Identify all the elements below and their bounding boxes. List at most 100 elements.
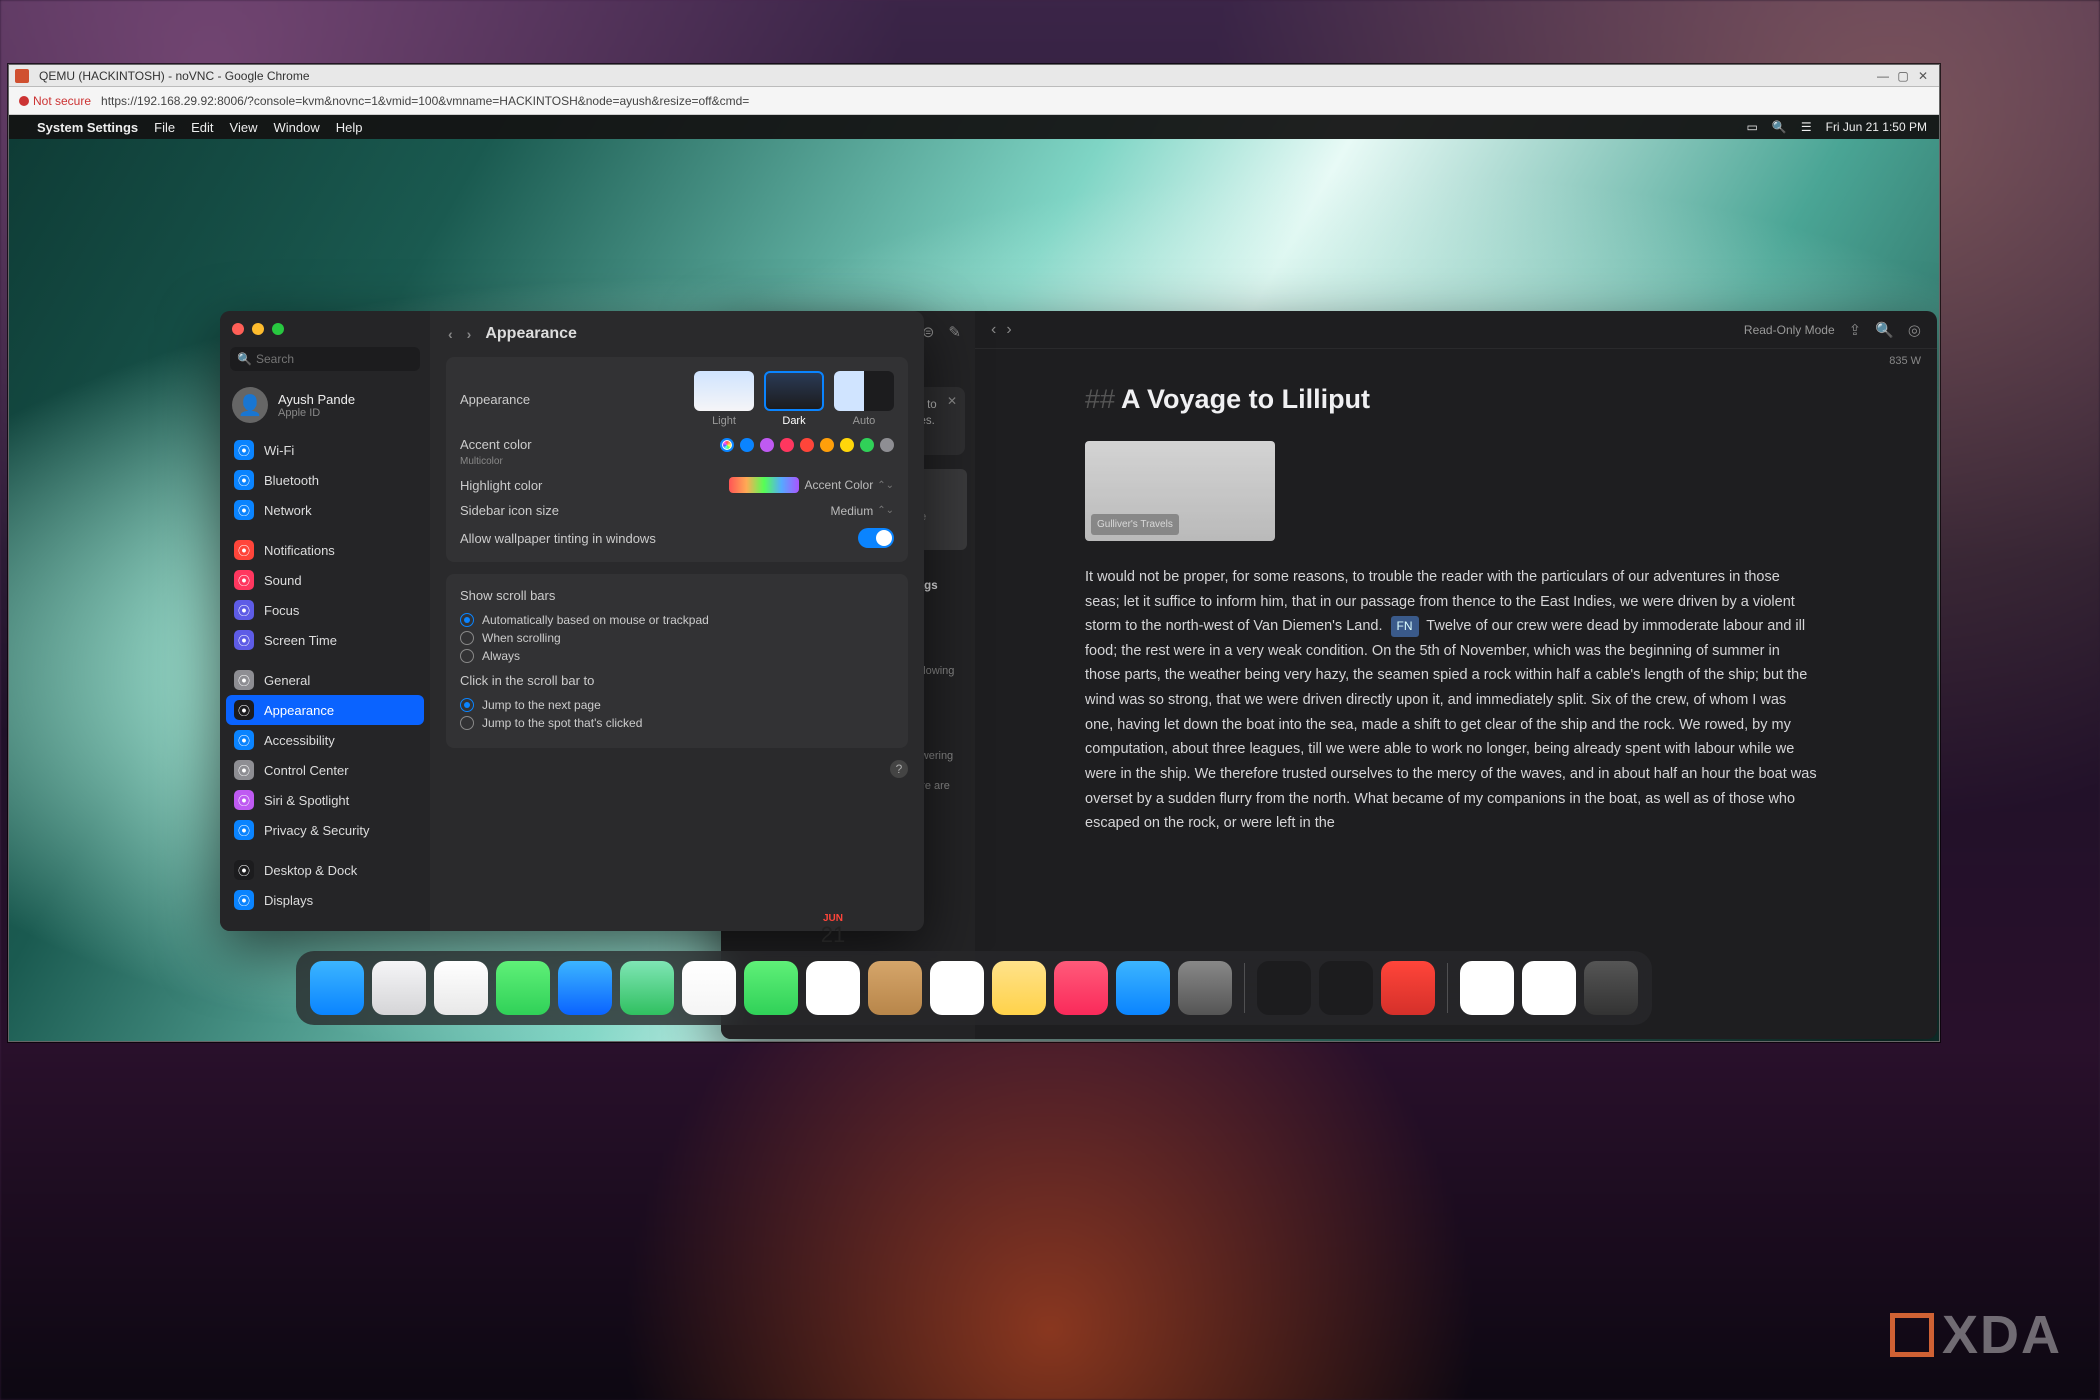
radio-label: Always [482,649,520,663]
dock-app-contacts[interactable] [868,961,922,1015]
sidebar-item-displays[interactable]: ⦿ Displays [226,885,424,915]
share-icon[interactable]: ⇪ [1849,321,1862,339]
sidebar-item-accessibility[interactable]: ⦿ Accessibility [226,725,424,755]
mac-desktop[interactable]: System Settings File Edit View Window He… [9,115,1939,1041]
help-button[interactable]: ? [890,760,908,778]
sidebar-item-sound[interactable]: ⦿ Sound [226,565,424,595]
sidebar-item-appearance[interactable]: ⦿ Appearance [226,695,424,725]
menubar-app-name[interactable]: System Settings [37,120,138,135]
accent-swatch[interactable] [740,438,754,452]
xda-logo-icon [1890,1313,1934,1357]
dock-app-safari[interactable] [434,961,488,1015]
dock-app-appstore[interactable] [1116,961,1170,1015]
accent-multicolor[interactable] [720,438,734,452]
zoom-button[interactable] [272,323,284,335]
dock-app-ulysses[interactable] [1257,961,1311,1015]
theme-label: Light [694,415,754,427]
sidebar-item-screen-time[interactable]: ⦿ Screen Time [226,625,424,655]
control-center-icon[interactable]: ☰ [1801,120,1812,134]
nav-forward-icon[interactable]: › [467,326,472,342]
sidebar-item-privacy-security[interactable]: ⦿ Privacy & Security [226,815,424,845]
sidebar-item-general[interactable]: ⦿ General [226,665,424,695]
sidebar-item-desktop-dock[interactable]: ⦿ Desktop & Dock [226,855,424,885]
wifi-icon: ⦿ [234,440,254,460]
accent-swatch[interactable] [880,438,894,452]
ulysses-new-sheet-icon[interactable]: ✎ [948,323,961,341]
accent-swatch[interactable] [860,438,874,452]
window-maximize-icon[interactable]: ▢ [1893,69,1913,83]
scroll-option[interactable]: When scrolling [460,631,894,645]
screen-mirror-icon[interactable]: ▭ [1747,120,1758,134]
doc-image[interactable]: Gulliver's Travels [1085,441,1275,541]
window-close-icon[interactable]: ✕ [1913,69,1933,83]
sidebar-item-control-center[interactable]: ⦿ Control Center [226,755,424,785]
theme-dark[interactable]: Dark [764,371,824,427]
click-option[interactable]: Jump to the spot that's clicked [460,716,894,730]
menubar-help[interactable]: Help [336,120,363,135]
dock-app-maps[interactable] [620,961,674,1015]
click-option[interactable]: Jump to the next page [460,698,894,712]
nav-back-icon[interactable]: ‹ [991,321,996,339]
highlight-popup[interactable]: Accent Color⌃⌄ [805,478,894,492]
dock-app-finder[interactable] [310,961,364,1015]
scroll-option[interactable]: Automatically based on mouse or trackpad [460,613,894,627]
sidebar-item-siri-spotlight[interactable]: ⦿ Siri & Spotlight [226,785,424,815]
goals-icon[interactable]: ◎ [1908,321,1921,339]
dock-app-photos[interactable] [682,961,736,1015]
accent-swatch[interactable] [820,438,834,452]
menubar-file[interactable]: File [154,120,175,135]
document-body[interactable]: ##A Voyage to Lilliput Gulliver's Travel… [975,367,1937,876]
search-icon[interactable]: 🔍 [1875,321,1894,339]
settings-search-input[interactable] [230,347,420,371]
radio-label: Automatically based on mouse or trackpad [482,613,709,627]
dock-app-cards[interactable] [1381,961,1435,1015]
menubar-clock[interactable]: Fri Jun 21 1:50 PM [1826,120,1927,134]
chevron-updown-icon: ⌃⌄ [877,505,894,516]
sidebar-item-label: Notifications [264,543,335,558]
accent-swatch[interactable] [840,438,854,452]
dock-app-textedit[interactable] [1460,961,1514,1015]
close-button[interactable] [232,323,244,335]
dock-app-settings[interactable] [1178,961,1232,1015]
minimize-button[interactable] [252,323,264,335]
nav-back-icon[interactable]: ‹ [448,326,453,342]
not-secure-badge[interactable]: Not secure [19,94,91,108]
sidebar-item-notifications[interactable]: ⦿ Notifications [226,535,424,565]
close-icon[interactable]: ✕ [947,393,957,410]
wallpaper-tint-toggle[interactable] [858,528,894,548]
theme-light[interactable]: Light [694,371,754,427]
dock-app-notes[interactable] [992,961,1046,1015]
sidebar-icon-popup[interactable]: Medium⌃⌄ [831,504,894,518]
dock-app-mail[interactable] [558,961,612,1015]
dock-app-reminders[interactable] [930,961,984,1015]
dock-app-appletv[interactable] [1319,961,1373,1015]
chrome-titlebar[interactable]: QEMU (HACKINTOSH) - noVNC - Google Chrom… [9,65,1939,87]
spotlight-icon[interactable]: 🔍 [1772,120,1787,134]
dock-app-messages[interactable] [496,961,550,1015]
sidebar-item-wi-fi[interactable]: ⦿ Wi-Fi [226,435,424,465]
accent-swatch[interactable] [760,438,774,452]
menubar-edit[interactable]: Edit [191,120,213,135]
dock-app-preview[interactable] [1522,961,1576,1015]
url-input[interactable] [101,94,1929,108]
dock-app-music[interactable] [1054,961,1108,1015]
accent-swatch[interactable] [780,438,794,452]
window-minimize-icon[interactable]: — [1873,69,1893,83]
footnote-marker[interactable]: FN [1391,616,1419,636]
system-settings-window[interactable]: 🔍 👤 Ayush Pande Apple ID ⦿ Wi-Fi ⦿ Bluet… [220,311,924,931]
nav-forward-icon[interactable]: › [1006,321,1011,339]
sidebar-item-network[interactable]: ⦿ Network [226,495,424,525]
menubar-view[interactable]: View [230,120,258,135]
scroll-option[interactable]: Always [460,649,894,663]
apple-id-row[interactable]: 👤 Ayush Pande Apple ID [220,381,430,435]
sidebar-item-focus[interactable]: ⦿ Focus [226,595,424,625]
theme-thumb [764,371,824,411]
sidebar-item-bluetooth[interactable]: ⦿ Bluetooth [226,465,424,495]
accent-swatch[interactable] [800,438,814,452]
dock-app-facetime[interactable] [744,961,798,1015]
menubar-window[interactable]: Window [273,120,319,135]
dock-app-trash[interactable] [1584,961,1638,1015]
dock-app-calendar[interactable]: JUN21 [806,961,860,1015]
theme-auto[interactable]: Auto [834,371,894,427]
dock-app-launchpad[interactable] [372,961,426,1015]
